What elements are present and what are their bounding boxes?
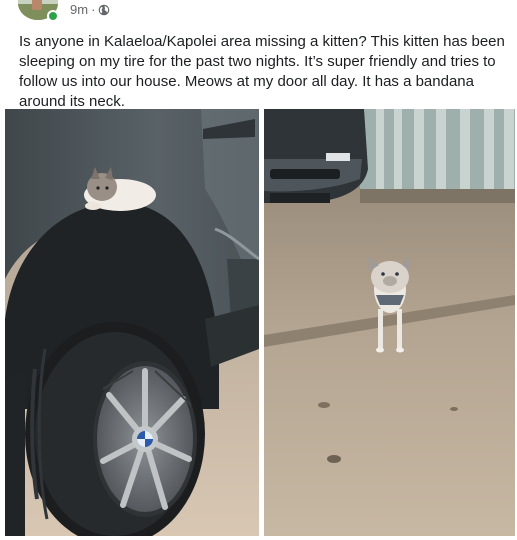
online-status-dot [47,10,59,22]
kitten-on-tire-image [5,109,259,536]
post-header: 9m · [0,0,517,24]
meta-separator: · [91,2,96,17]
post-text: Is anyone in Kalaeloa/Kapolei area missi… [19,33,505,110]
facebook-post: 9m · Is anyone in Kalaeloa/Kapolei area … [0,0,517,540]
kitten-in-garage-image [264,109,515,536]
post-meta: 9m · [70,2,110,17]
photo-kitten-on-tire[interactable] [5,109,259,536]
photo-kitten-in-garage[interactable] [264,109,515,536]
globe-icon[interactable] [98,4,110,16]
post-timestamp[interactable]: 9m [70,2,88,17]
